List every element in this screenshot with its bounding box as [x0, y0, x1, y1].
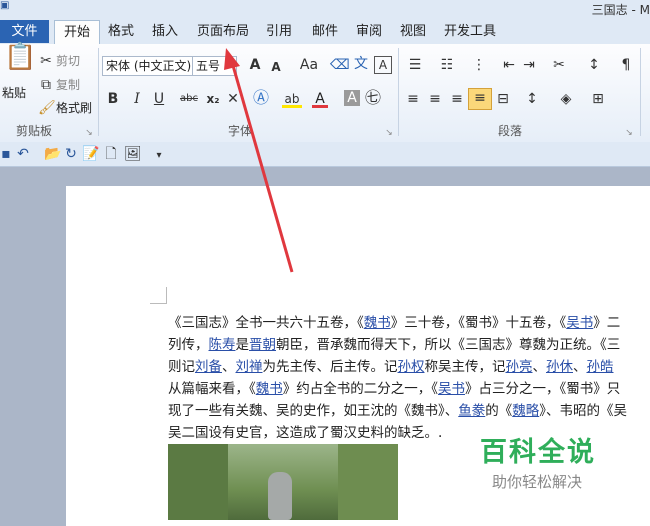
watermark-subtitle: 助你轻松解决	[492, 473, 583, 491]
watermark: 百科全说 助你轻松解决	[480, 430, 610, 492]
watermark-title: 百科全说	[480, 437, 596, 468]
